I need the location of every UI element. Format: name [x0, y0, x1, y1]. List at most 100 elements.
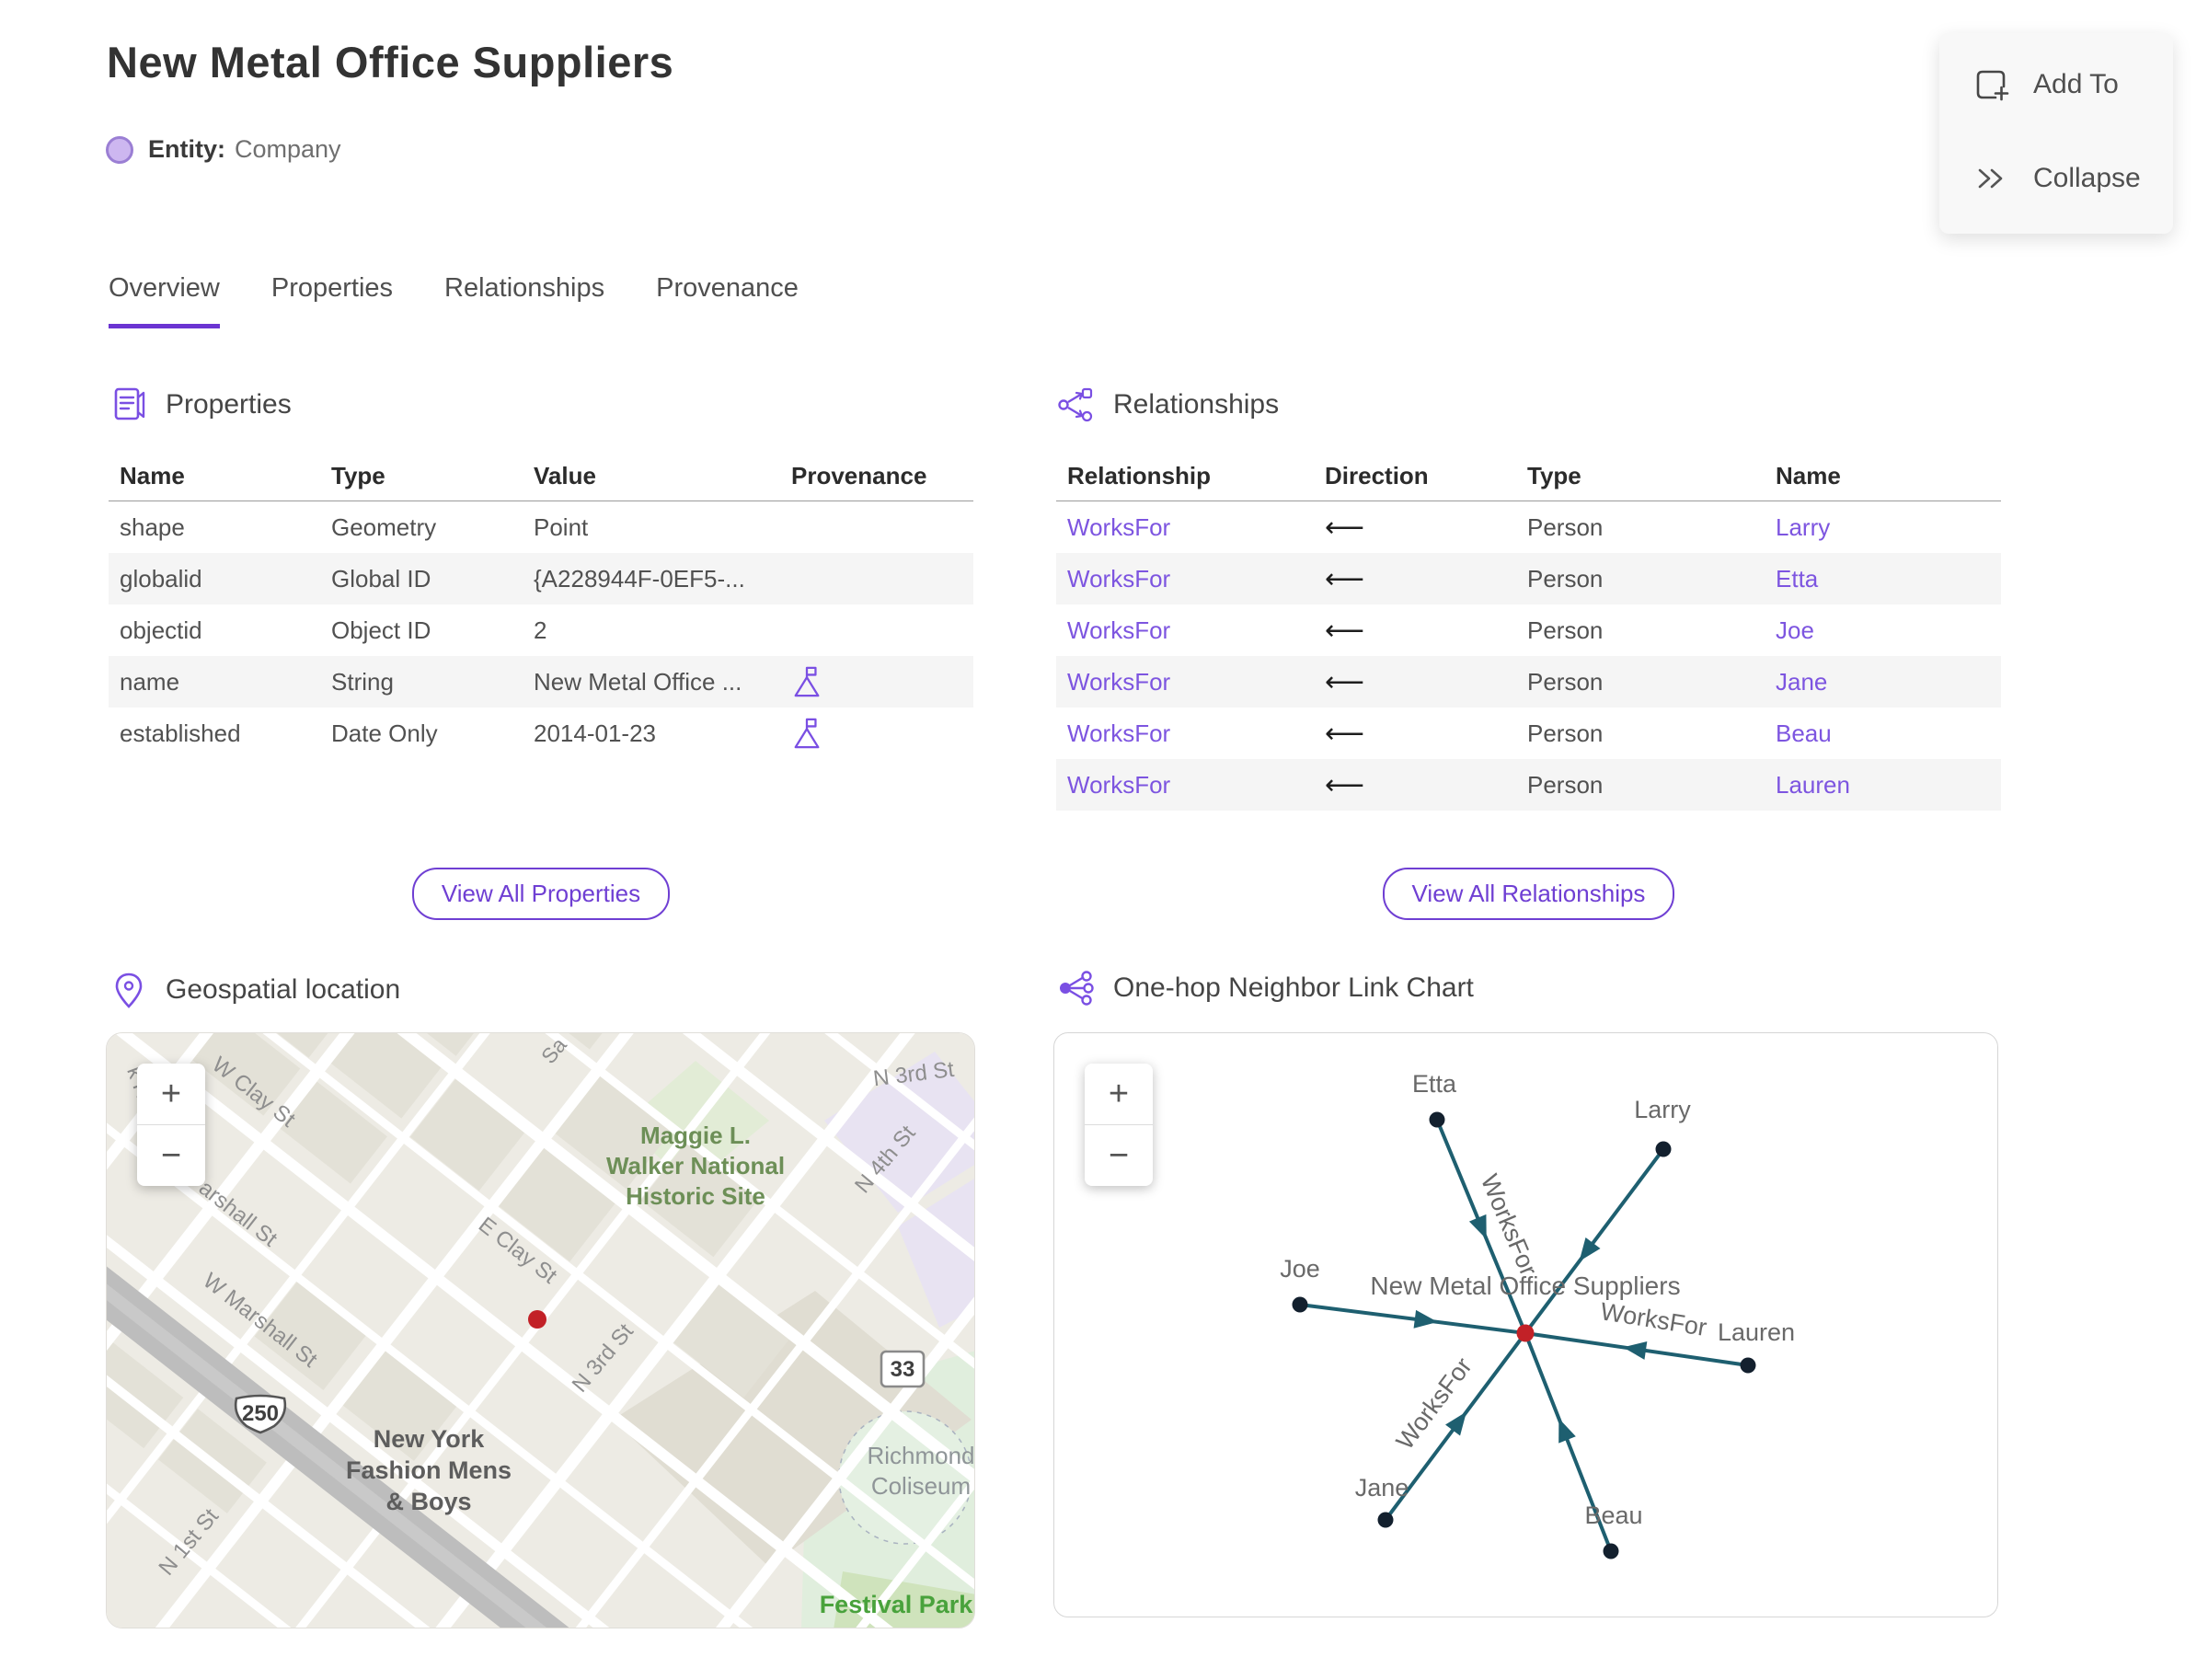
view-all-properties-button[interactable]: View All Properties [411, 868, 671, 920]
chart-edge-arrow [1579, 1237, 1601, 1261]
col-name: Name [120, 461, 185, 489]
chart-node-larry[interactable] [1655, 1141, 1672, 1157]
related-entity-link[interactable]: Joe [1765, 616, 2001, 645]
relationship-link[interactable]: WorksFor [1056, 616, 1314, 645]
entity-type-value: Company [235, 135, 341, 163]
table-row: WorksFor ⟵ Person Joe [1056, 604, 2001, 656]
table-row: name String New Metal Office ... [109, 656, 973, 708]
add-to-icon [1976, 70, 2009, 101]
svg-text:250: 250 [242, 1401, 279, 1426]
chart-node-etta[interactable] [1429, 1111, 1445, 1128]
map-label: Festival Park [820, 1591, 974, 1618]
actions-card: Add To Collapse [1939, 33, 2173, 234]
add-to-button[interactable]: Add To [1972, 66, 2173, 103]
chart-node-label: Jane [1355, 1474, 1409, 1502]
col-provenance: Provenance [791, 461, 927, 489]
linkchart-section-header: One-hop Neighbor Link Chart [1056, 968, 1474, 1008]
chart-edge-arrow [1558, 1418, 1576, 1444]
chart-zoom-in-button[interactable]: + [1085, 1064, 1153, 1124]
related-entity-link[interactable]: Beau [1765, 719, 2001, 748]
table-row: established Date Only 2014-01-23 [109, 708, 973, 759]
chart-center-label: New Metal Office Suppliers [1370, 1272, 1680, 1300]
chart-zoom-control: + − [1085, 1064, 1153, 1186]
relationship-link[interactable]: WorksFor [1056, 668, 1314, 696]
tab-overview[interactable]: Overview [109, 273, 220, 328]
direction-arrow: ⟵ [1325, 768, 1365, 801]
map-label: Coliseum [871, 1472, 971, 1500]
add-to-label: Add To [2033, 69, 2119, 99]
chart-edge [1299, 1303, 1526, 1335]
chart-node-label: Lauren [1718, 1318, 1795, 1346]
related-entity-link[interactable]: Larry [1765, 513, 2001, 542]
property-type: Global ID [331, 564, 431, 593]
direction-arrow: ⟵ [1325, 562, 1365, 595]
geospatial-section-title: Geospatial location [166, 974, 401, 1005]
table-row: objectid Object ID 2 [109, 604, 973, 656]
link-chart-canvas[interactable]: WorksForWorksForWorksForEttaLarryJoeLaur… [1054, 1033, 1998, 1617]
property-value: 2 [534, 616, 547, 644]
entity-detail-page: New Metal Office Suppliers Entity: Compa… [0, 0, 2208, 1680]
relationship-type: Person [1527, 719, 1604, 747]
properties-table: Name Type Value Provenance shape Geometry… [109, 451, 973, 759]
map-zoom-out-button[interactable]: − [137, 1124, 205, 1186]
map-pin-icon [115, 972, 143, 1008]
direction-arrow: ⟵ [1325, 717, 1365, 750]
property-provenance [780, 715, 973, 752]
relationship-link[interactable]: WorksFor [1056, 565, 1314, 593]
map-zoom-in-button[interactable]: + [137, 1064, 205, 1124]
chart-node-joe[interactable] [1292, 1296, 1308, 1313]
relationship-type: Person [1527, 512, 1604, 541]
provenance-flag-icon[interactable] [791, 663, 822, 700]
chart-edge-arrow [1445, 1411, 1467, 1436]
chart-edge-label: WorksFor [1391, 1352, 1478, 1455]
property-type: Date Only [331, 719, 438, 747]
collapse-button[interactable]: Collapse [1972, 160, 2173, 197]
link-chart-icon [1060, 971, 1094, 1006]
col-relationship: Relationship [1067, 461, 1212, 489]
relationship-link[interactable]: WorksFor [1056, 719, 1314, 748]
chart-node-center[interactable] [1516, 1324, 1535, 1342]
map-label: Richmond [867, 1442, 974, 1469]
map-panel: 25033k RoW Clay StSaN 3rd StN 4th Starsh… [106, 1032, 975, 1628]
view-all-relationships-button[interactable]: View All Relationships [1382, 868, 1675, 920]
map-label: Historic Site [626, 1182, 765, 1210]
chart-zoom-out-button[interactable]: − [1085, 1124, 1153, 1186]
chart-node-label: Joe [1280, 1255, 1320, 1283]
map-zoom-control: + − [137, 1064, 205, 1186]
map-label: & Boys [385, 1488, 471, 1515]
table-row: WorksFor ⟵ Person Jane [1056, 656, 2001, 708]
street-map[interactable]: 25033k RoW Clay StSaN 3rd StN 4th Starsh… [107, 1033, 975, 1628]
chart-edge-arrow [1623, 1341, 1648, 1360]
entity-badge: Entity: Company [106, 135, 341, 164]
related-entity-link[interactable]: Lauren [1765, 771, 2001, 800]
related-entity-link[interactable]: Etta [1765, 565, 2001, 593]
chart-node-beau[interactable] [1603, 1543, 1619, 1559]
tab-provenance[interactable]: Provenance [656, 273, 799, 328]
relationship-link[interactable]: WorksFor [1056, 513, 1314, 542]
relationships-icon [1058, 387, 1093, 422]
map-location-marker[interactable] [528, 1310, 546, 1329]
direction-arrow: ⟵ [1325, 511, 1365, 544]
col-direction: Direction [1325, 461, 1429, 489]
chart-node-jane[interactable] [1377, 1512, 1394, 1528]
entity-type-icon [106, 135, 133, 164]
properties-section-header: Properties [109, 385, 292, 425]
chart-node-label: Larry [1634, 1096, 1691, 1123]
relationship-link[interactable]: WorksFor [1056, 771, 1314, 800]
tab-properties[interactable]: Properties [271, 273, 393, 328]
related-entity-link[interactable]: Jane [1765, 668, 2001, 696]
link-chart-panel: WorksFor WorksFor WorksFor Etta Larry Joe Laur… [1053, 1032, 1998, 1617]
provenance-flag-icon[interactable] [791, 715, 822, 752]
property-value: New Metal Office ... [534, 667, 742, 696]
chart-edge-label: WorksFor [1599, 1297, 1709, 1341]
chart-edge-arrow [1413, 1309, 1438, 1329]
tab-relationships[interactable]: Relationships [444, 273, 604, 328]
page-title: New Metal Office Suppliers [107, 38, 674, 86]
chart-node-lauren[interactable] [1740, 1357, 1756, 1374]
relationships-section-title: Relationships [1113, 389, 1280, 420]
relationship-type: Person [1527, 667, 1604, 696]
svg-text:33: 33 [891, 1357, 915, 1382]
linkchart-section-title: One-hop Neighbor Link Chart [1113, 972, 1474, 1003]
table-row: shape Geometry Point [109, 501, 973, 553]
table-row: WorksFor ⟵ Person Etta [1056, 553, 2001, 604]
